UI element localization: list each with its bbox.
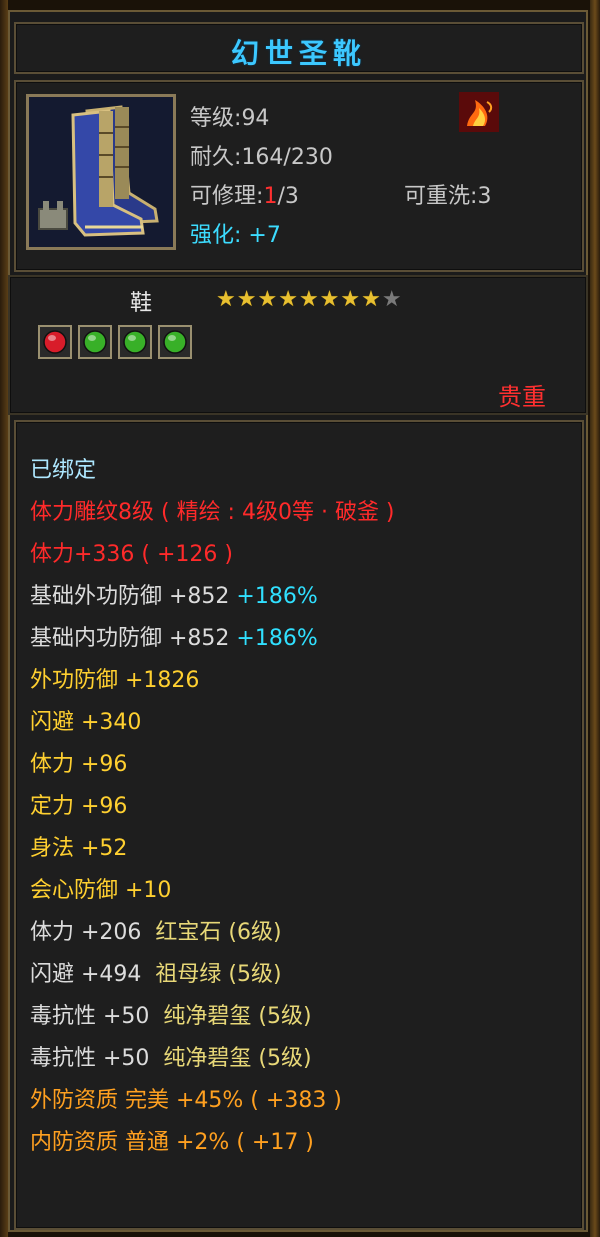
repair-line: 可修理:1/3 bbox=[190, 184, 299, 209]
ext-def-line: 外功防御 +1826 bbox=[30, 668, 200, 693]
item-info-panel: 等级:94 耐久:164/230 可修理:1/3 可重洗:3 强化: +7 bbox=[14, 80, 584, 272]
int-quality-line: 内防资质 普通 +2% ( +17 ) bbox=[30, 1130, 314, 1155]
repair-used: 1 bbox=[263, 184, 278, 209]
base-int-def-pct: +186% bbox=[236, 626, 318, 651]
gem2-name: 祖母绿 (5级) bbox=[155, 962, 282, 987]
gem1-line: 体力 +206 红宝石 (6级) bbox=[30, 914, 282, 946]
gem3-name: 纯净碧玺 (5级) bbox=[163, 1004, 312, 1029]
star-filled-icon: ★ bbox=[216, 287, 236, 312]
item-stats-panel: 已绑定 体力雕纹8级 ( 精绘 : 4级0等 · 破釜 ) 体力+336 ( +… bbox=[14, 420, 584, 1230]
title-bar: 幻世圣靴 bbox=[14, 22, 584, 74]
rewash-line: 可重洗:3 bbox=[404, 184, 492, 209]
gem-socket[interactable] bbox=[38, 325, 72, 359]
gem2-line: 闪避 +494 祖母绿 (5级) bbox=[30, 956, 282, 988]
repair-total: /3 bbox=[277, 184, 299, 209]
crit-def-line: 会心防御 +10 bbox=[30, 878, 172, 903]
right-border bbox=[590, 0, 600, 1237]
gem3-stat: 毒抗性 +50 bbox=[30, 1004, 150, 1029]
repair-label: 可修理 bbox=[190, 184, 257, 209]
flame-emblem-icon bbox=[459, 92, 499, 132]
star-empty-icon: ★ bbox=[381, 287, 402, 312]
star-filled-icon: ★ bbox=[278, 287, 298, 312]
green-gem-icon bbox=[123, 330, 147, 354]
item-type-panel: 鞋 ★ ★ ★ ★ ★ ★ ★ ★ ★ 贵重 bbox=[8, 275, 588, 415]
base-int-def: 基础内功防御 +852 bbox=[30, 626, 230, 651]
gem1-name: 红宝石 (6级) bbox=[155, 920, 282, 945]
base-ext-def: 基础外功防御 +852 bbox=[30, 584, 230, 609]
star-rating: ★ ★ ★ ★ ★ ★ ★ ★ ★ bbox=[216, 287, 402, 313]
base-ext-def-line: 基础外功防御 +852 +186% bbox=[30, 578, 318, 610]
base-ext-def-pct: +186% bbox=[236, 584, 318, 609]
gem-sockets bbox=[38, 325, 192, 359]
item-name: 幻世圣靴 bbox=[230, 37, 367, 70]
star-filled-icon: ★ bbox=[319, 287, 340, 312]
gem1-stat: 体力 +206 bbox=[30, 920, 142, 945]
boots-icon bbox=[29, 97, 173, 247]
red-gem-icon bbox=[43, 330, 67, 354]
green-gem-icon bbox=[83, 330, 107, 354]
gem4-line: 毒抗性 +50 纯净碧玺 (5级) bbox=[30, 1040, 312, 1072]
left-border bbox=[0, 0, 8, 1237]
item-type: 鞋 bbox=[130, 291, 153, 316]
dodge-line: 闪避 +340 bbox=[30, 710, 142, 735]
enhance-label: 强化: bbox=[190, 223, 242, 248]
durability-label: 耐久 bbox=[190, 145, 235, 170]
gem2-stat: 闪避 +494 bbox=[30, 962, 142, 987]
green-gem-icon bbox=[163, 330, 187, 354]
gem-socket[interactable] bbox=[158, 325, 192, 359]
gem-socket[interactable] bbox=[78, 325, 112, 359]
vitality-main-line: 体力+336 ( +126 ) bbox=[30, 542, 233, 567]
level-label: 等级 bbox=[190, 106, 235, 131]
level-line: 等级:94 bbox=[190, 106, 270, 131]
enhance-line: 强化: +7 bbox=[190, 217, 281, 249]
vitality-line: 体力 +96 bbox=[30, 752, 128, 777]
level-value: 94 bbox=[241, 106, 270, 131]
focus-line: 定力 +96 bbox=[30, 794, 128, 819]
rarity-label: 贵重 bbox=[498, 383, 546, 411]
star-filled-icon: ★ bbox=[236, 287, 257, 312]
gem4-name: 纯净碧玺 (5级) bbox=[163, 1046, 312, 1071]
base-int-def-line: 基础内功防御 +852 +186% bbox=[30, 620, 318, 652]
rewash-label: 可重洗 bbox=[404, 184, 471, 209]
gem-socket[interactable] bbox=[118, 325, 152, 359]
durability-value: 164/230 bbox=[241, 145, 333, 170]
ext-quality-line: 外防资质 完美 +45% ( +383 ) bbox=[30, 1088, 342, 1113]
durability-line: 耐久:164/230 bbox=[190, 145, 333, 170]
item-icon-frame[interactable] bbox=[26, 94, 176, 250]
gem3-line: 毒抗性 +50 纯净碧玺 (5级) bbox=[30, 998, 312, 1030]
rewash-value: 3 bbox=[477, 184, 492, 209]
star-filled-icon: ★ bbox=[298, 287, 319, 312]
bound-status: 已绑定 bbox=[30, 458, 97, 483]
star-filled-icon: ★ bbox=[340, 287, 361, 312]
engrave-line: 体力雕纹8级 ( 精绘 : 4级0等 · 破釜 ) bbox=[30, 500, 395, 525]
gem4-stat: 毒抗性 +50 bbox=[30, 1046, 150, 1071]
star-filled-icon: ★ bbox=[257, 287, 278, 312]
star-filled-icon: ★ bbox=[361, 287, 381, 312]
agility-line: 身法 +52 bbox=[30, 836, 128, 861]
enhance-value: +7 bbox=[248, 223, 281, 248]
